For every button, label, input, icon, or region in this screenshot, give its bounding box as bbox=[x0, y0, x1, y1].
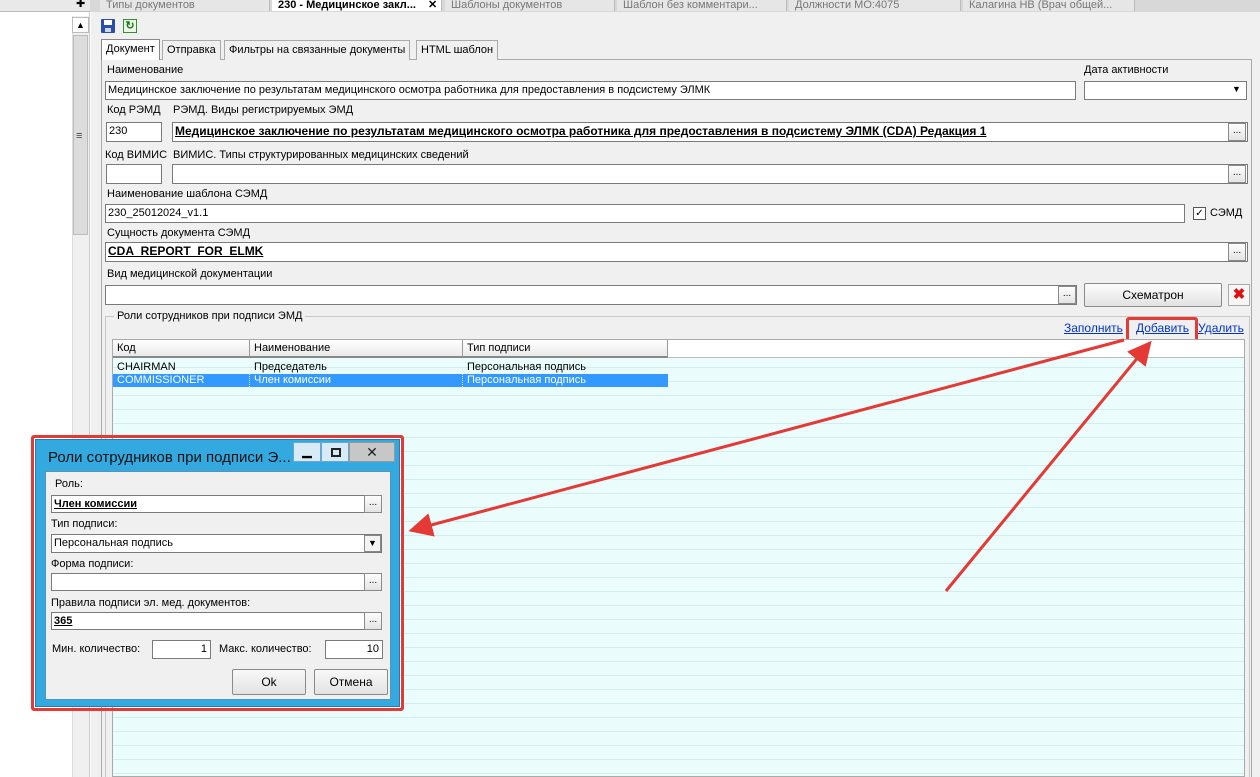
sign-rules-picker-button[interactable]: ... bbox=[364, 612, 382, 630]
role-field[interactable]: Член комиссии bbox=[51, 495, 382, 513]
sign-rules-label: Правила подписи эл. мед. документов: bbox=[51, 597, 251, 609]
dialog-body: Роль: Член комиссии ... Тип подписи: Пер… bbox=[45, 471, 391, 700]
arrow-to-dialog bbox=[408, 338, 1125, 537]
role-picker-button[interactable]: ... bbox=[364, 495, 382, 513]
chevron-down-icon[interactable]: ▼ bbox=[364, 535, 381, 552]
ok-button[interactable]: Ok bbox=[232, 669, 306, 695]
sign-form-field[interactable] bbox=[51, 573, 382, 591]
sign-form-label: Форма подписи: bbox=[51, 558, 134, 570]
minimize-button[interactable]: ▁ bbox=[293, 442, 321, 462]
sign-form-picker-button[interactable]: ... bbox=[364, 573, 382, 591]
max-count-input[interactable]: 10 bbox=[325, 640, 383, 659]
arrow-to-add-link bbox=[944, 340, 1152, 592]
sign-type-label: Тип подписи: bbox=[51, 518, 118, 530]
min-count-input[interactable]: 1 bbox=[152, 640, 211, 659]
sign-rules-field[interactable]: 365 bbox=[51, 612, 382, 630]
dialog-title: Роли сотрудников при подписи Э... bbox=[48, 449, 291, 466]
sign-type-select[interactable]: Персональная подпись bbox=[51, 534, 382, 553]
close-button[interactable]: ✕ bbox=[349, 442, 395, 462]
roles-dialog: Роли сотрудников при подписи Э... ▁ ✕ Ро… bbox=[35, 439, 400, 707]
min-count-label: Мин. количество: bbox=[52, 643, 141, 655]
max-count-label: Макс. количество: bbox=[219, 643, 312, 655]
cancel-button[interactable]: Отмена bbox=[314, 669, 388, 695]
role-label: Роль: bbox=[55, 478, 83, 490]
maximize-button[interactable] bbox=[321, 442, 349, 462]
